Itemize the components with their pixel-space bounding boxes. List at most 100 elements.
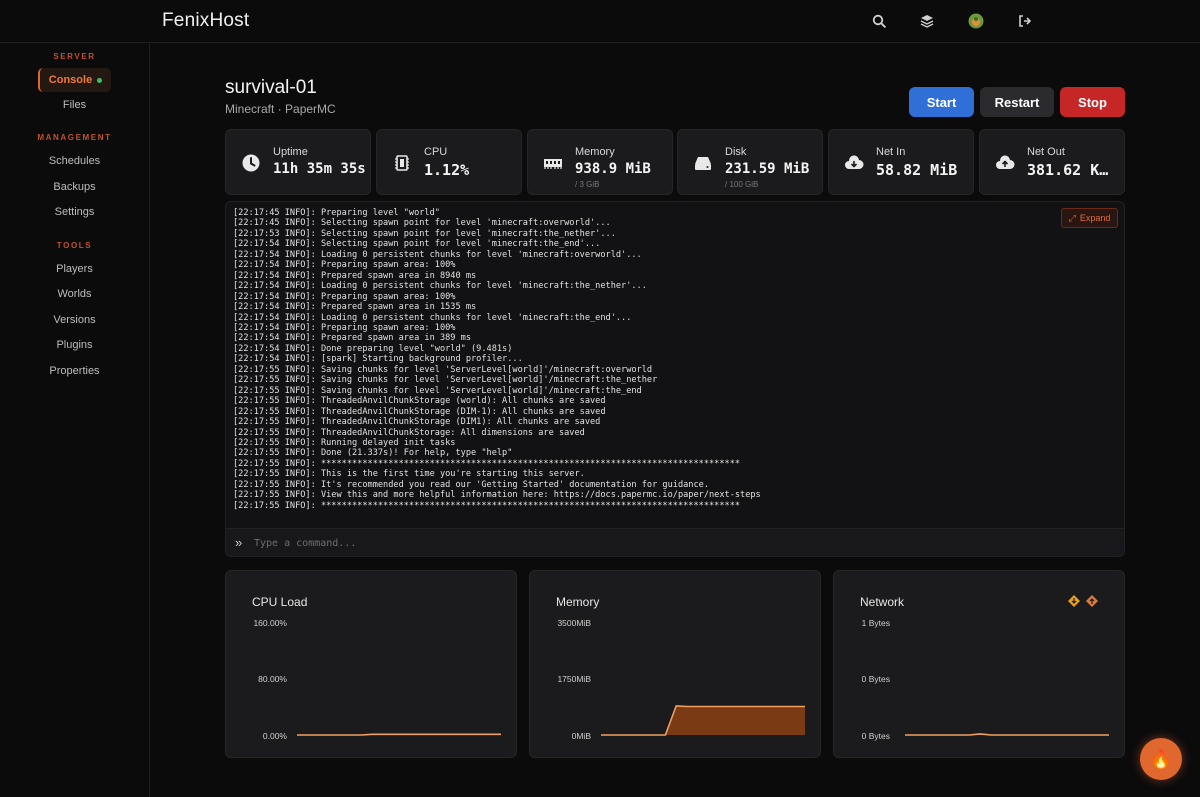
y-tick: 0 Bytes	[861, 731, 890, 741]
chart-plot	[297, 733, 501, 736]
stat-value: 11h 35m 35s	[273, 161, 366, 177]
sidebar-section-tools: TOOLS	[56, 241, 93, 250]
sidebar-item-console[interactable]: Console	[38, 68, 111, 92]
console-line: [22:17:55 INFO]: ThreadedAnvilChunkStora…	[233, 396, 606, 407]
avatar[interactable]	[967, 12, 985, 30]
console-line: [22:17:55 INFO]: ***********************…	[233, 458, 741, 469]
sidebar-item-settings[interactable]: Settings	[0, 206, 149, 218]
stat-sub: / 100 GiB	[725, 180, 759, 189]
search-icon[interactable]	[870, 12, 888, 30]
disk-icon	[695, 157, 711, 170]
stat-value: 1.12%	[424, 161, 470, 179]
command-input[interactable]	[254, 535, 854, 551]
chart-area	[601, 705, 805, 735]
cloud-upload-icon	[996, 155, 1015, 169]
y-tick: 160.00%	[253, 618, 287, 628]
chart-title: Network	[860, 595, 905, 609]
page-title: survival-01	[225, 77, 317, 98]
expand-label: Expand	[1079, 213, 1111, 223]
stat-value: 381.62 K…	[1027, 161, 1109, 179]
download-icon[interactable]	[1068, 595, 1080, 607]
console-output: [22:17:45 INFO]: Preparing level "world"…	[233, 208, 1063, 511]
console-line: [22:17:55 INFO]: Running delayed init ta…	[233, 437, 456, 448]
console-line: [22:17:55 INFO]: ThreadedAnvilChunkStora…	[233, 406, 606, 417]
stop-button[interactable]: Stop	[1060, 87, 1125, 117]
fire-icon: 🔥	[1149, 748, 1173, 769]
sidebar-item-backups[interactable]: Backups	[0, 181, 149, 193]
sidebar-item-files[interactable]: Files	[0, 99, 149, 111]
sidebar-section-management: MANAGEMENT	[37, 133, 112, 142]
y-tick: 0MiB	[571, 731, 591, 741]
console-line: [22:17:55 INFO]: ***********************…	[233, 500, 741, 511]
memory-chart: Memory 3500MiB 1750MiB 0MiB	[529, 570, 821, 758]
chart-title: Memory	[556, 595, 600, 609]
console-line: [22:17:54 INFO]: Selecting spawn point f…	[233, 239, 601, 250]
expand-icon: ⤢	[1068, 212, 1076, 223]
stat-sub: / 3 GiB	[575, 180, 600, 189]
cpu-chart: CPU Load 160.00% 80.00% 0.00%	[225, 570, 517, 758]
stat-label: Net In	[876, 146, 906, 158]
status-dot	[97, 77, 103, 83]
console-line: [22:17:54 INFO]: Prepared spawn area in …	[233, 302, 477, 313]
y-tick: 3500MiB	[557, 618, 591, 628]
sidebar-item-worlds[interactable]: Worlds	[0, 288, 149, 300]
sidebar-item-players[interactable]: Players	[0, 263, 149, 275]
sidebar-item-properties[interactable]: Properties	[0, 365, 149, 377]
console-line: [22:17:55 INFO]: Saving chunks for level…	[233, 364, 653, 375]
console-line: [22:17:55 INFO]: Saving chunks for level…	[233, 385, 642, 396]
logout-icon[interactable]	[1016, 12, 1034, 30]
sidebar-section-server: SERVER	[53, 52, 96, 61]
command-bar: »	[226, 528, 1124, 556]
sidebar: SERVER Console Files MANAGEMENT Schedule…	[0, 43, 150, 797]
top-bar: FenixHost	[0, 0, 1200, 43]
console-line: [22:17:54 INFO]: Done preparing level "w…	[233, 343, 513, 354]
sidebar-item-versions[interactable]: Versions	[0, 314, 149, 326]
console-line: [22:17:45 INFO]: Preparing level "world"	[233, 208, 440, 218]
sidebar-item-label: Console	[48, 74, 93, 86]
stat-card-net-in: Net In 58.82 MiB	[828, 129, 974, 195]
chart-plot	[905, 733, 1109, 736]
sidebar-item-schedules[interactable]: Schedules	[0, 155, 149, 167]
stat-card-cpu: CPU 1.12%	[376, 129, 522, 195]
console-line: [22:17:54 INFO]: Preparing spawn area: 1…	[233, 260, 456, 271]
stat-value: 58.82 MiB	[876, 161, 958, 179]
chevrons-right-icon: »	[235, 535, 243, 550]
layers-icon[interactable]	[918, 12, 936, 30]
network-chart: Network 1 Bytes 0 Bytes 0 Bytes	[833, 570, 1125, 758]
y-tick: 1750MiB	[557, 674, 591, 684]
expand-button[interactable]: ⤢ Expand	[1061, 208, 1118, 228]
restart-button[interactable]: Restart	[980, 87, 1054, 117]
sidebar-item-plugins[interactable]: Plugins	[0, 339, 149, 351]
console-line: [22:17:54 INFO]: Preparing spawn area: 1…	[233, 291, 456, 302]
fire-button[interactable]: 🔥	[1140, 738, 1182, 780]
chart-plot	[601, 705, 805, 736]
cloud-download-icon	[845, 155, 864, 169]
start-button[interactable]: Start	[909, 87, 974, 117]
chart-line	[297, 733, 501, 736]
brand-logo[interactable]: FenixHost	[162, 10, 249, 32]
chart-line	[905, 733, 1109, 736]
console-line: [22:17:54 INFO]: Loading 0 persistent ch…	[233, 312, 632, 323]
console-line: [22:17:54 INFO]: Loading 0 persistent ch…	[233, 249, 642, 260]
console-panel: [22:17:45 INFO]: Preparing level "world"…	[225, 201, 1125, 557]
chart-title: CPU Load	[252, 595, 308, 609]
y-tick: 0 Bytes	[861, 674, 890, 684]
stat-card-net-out: Net Out 381.62 K…	[979, 129, 1125, 195]
console-line: [22:17:55 INFO]: ThreadedAnvilChunkStora…	[233, 427, 585, 438]
console-line: [22:17:54 INFO]: Loading 0 persistent ch…	[233, 281, 647, 292]
cpu-icon	[395, 155, 409, 171]
console-line: [22:17:55 INFO]: View this and more help…	[233, 490, 761, 501]
clock-icon	[242, 154, 260, 172]
stat-value: 231.59 MiB	[725, 161, 810, 177]
console-line: [22:17:55 INFO]: This is the first time …	[233, 469, 585, 480]
stat-card-disk: Disk 231.59 MiB / 100 GiB	[677, 129, 823, 195]
y-tick: 0.00%	[262, 731, 287, 741]
stat-label: Uptime	[273, 146, 308, 158]
upload-icon[interactable]	[1086, 595, 1098, 607]
y-tick: 1 Bytes	[861, 618, 890, 628]
console-line: [22:17:55 INFO]: Saving chunks for level…	[233, 375, 658, 386]
y-tick: 80.00%	[258, 674, 287, 684]
console-line: [22:17:54 INFO]: [spark] Starting backgr…	[233, 354, 523, 365]
stat-label: Net Out	[1027, 146, 1065, 158]
stat-label: Memory	[575, 146, 615, 158]
